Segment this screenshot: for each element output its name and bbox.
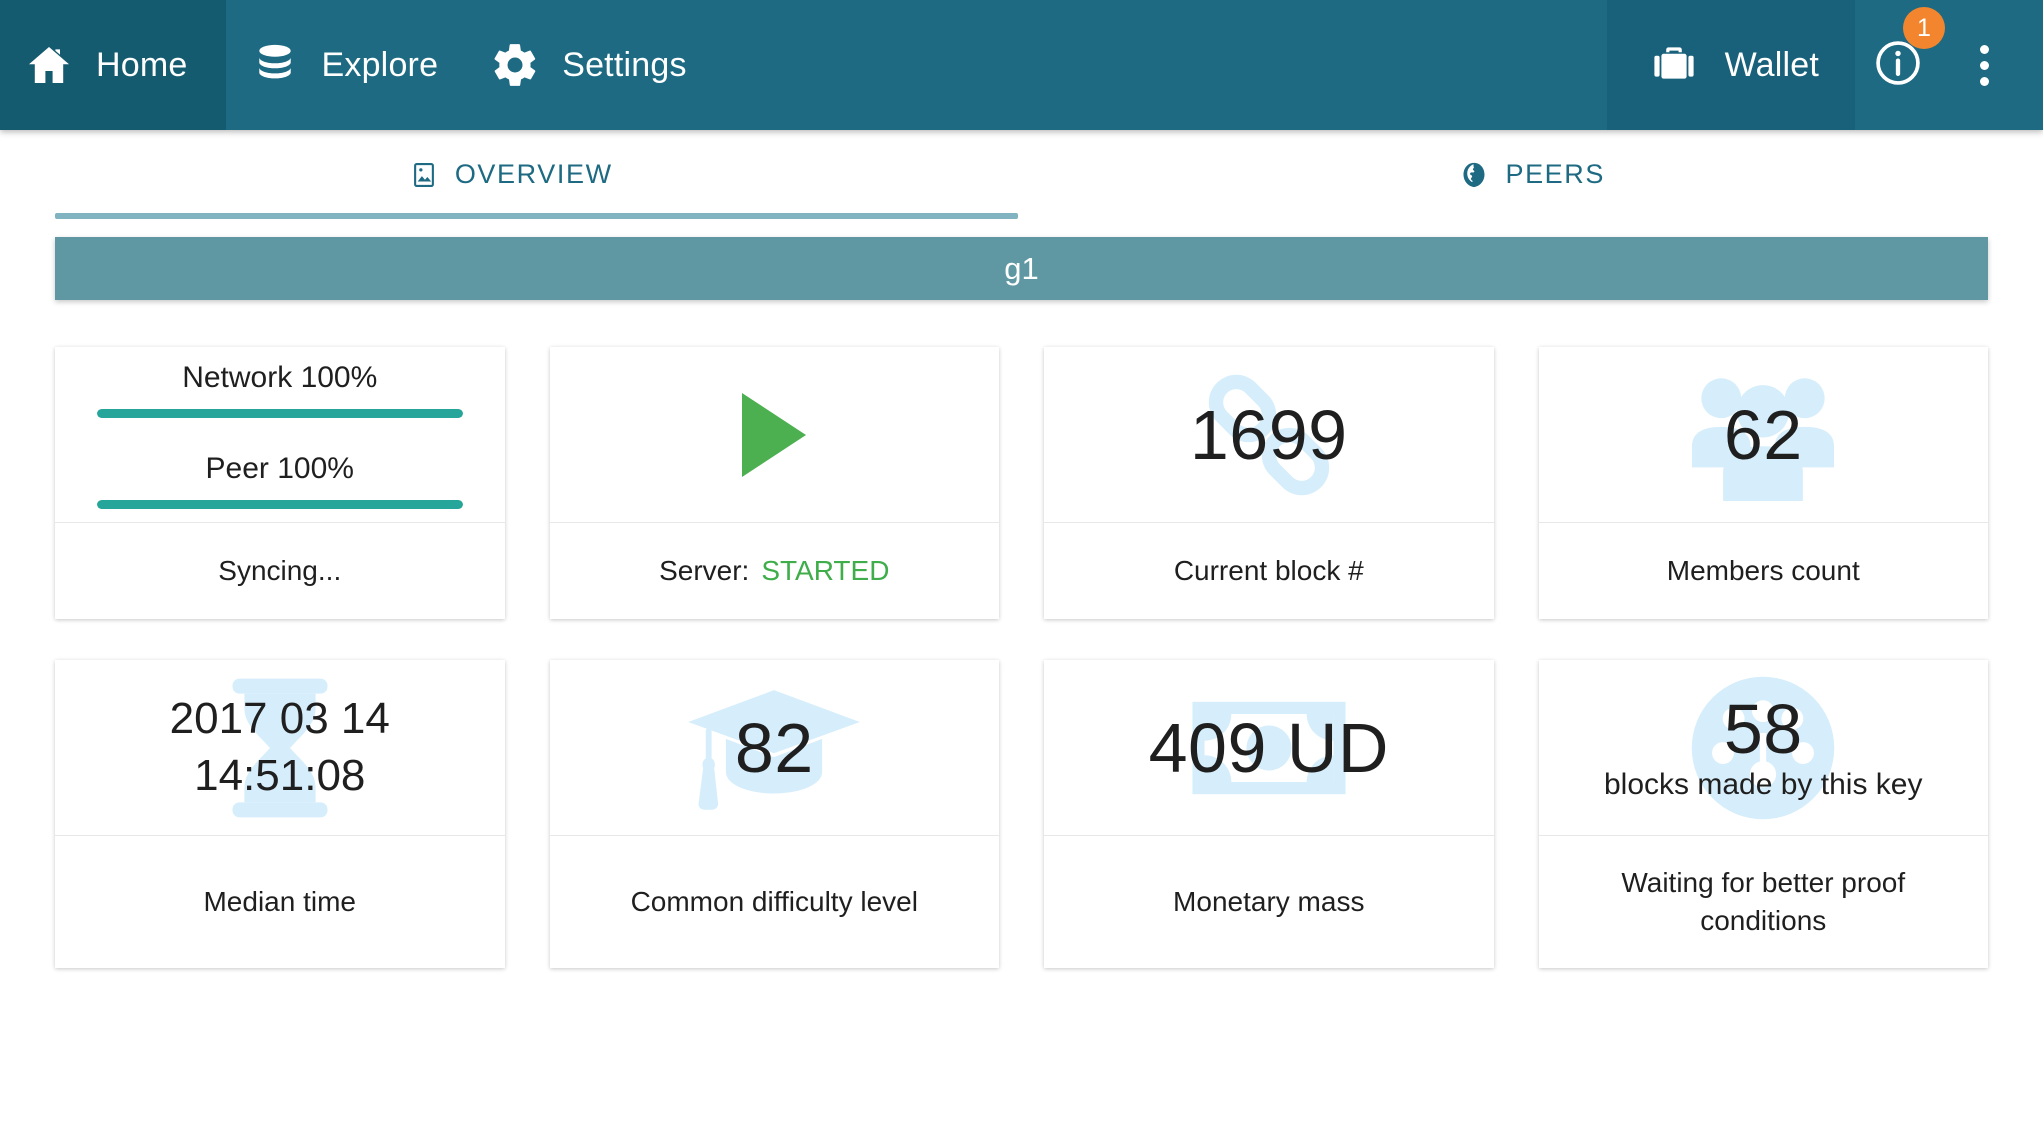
nav-label-wallet: Wallet — [1725, 46, 1819, 85]
stats-grid: Network 100% Peer 100% Syncing... Server… — [55, 347, 1988, 968]
main-content: g1 Network 100% Peer 100% Syncing... — [0, 237, 2043, 968]
nav-item-explore[interactable]: Explore — [226, 0, 467, 130]
blocks-made-value: 58 — [1724, 694, 1803, 764]
network-progress-bar — [97, 409, 463, 418]
gear-icon — [488, 38, 542, 92]
difficulty-card-body: 82 — [550, 660, 1000, 835]
difficulty-card-footer: Common difficulty level — [550, 835, 1000, 968]
nav-label-settings: Settings — [562, 46, 686, 85]
tab-label-peers: PEERS — [1505, 159, 1605, 190]
app-header: Home Explore Settings — [0, 0, 2043, 130]
nav-label-home: Home — [96, 46, 188, 85]
blocks-made-card-footer: Waiting for better proof conditions — [1539, 835, 1989, 968]
server-card[interactable]: Server: STARTED — [550, 347, 1000, 619]
nav-label-explore: Explore — [322, 46, 439, 85]
sync-progress-group: Network 100% Peer 100% — [69, 361, 491, 509]
members-count-card-body: 62 — [1539, 347, 1989, 522]
median-time-card[interactable]: 2017 03 14 14:51:08 Median time — [55, 660, 505, 968]
median-time-card-footer: Median time — [55, 835, 505, 968]
home-icon — [22, 38, 76, 92]
members-count-card[interactable]: 62 Members count — [1539, 347, 1989, 619]
monetary-mass-card-body: 409 UD — [1044, 660, 1494, 835]
overflow-menu-button[interactable] — [1941, 0, 2027, 130]
network-progress-label: Network 100% — [97, 361, 463, 395]
tab-active-indicator — [55, 213, 1018, 219]
blocks-made-card-body: 58 blocks made by this key — [1539, 660, 1989, 835]
current-block-card[interactable]: 1699 Current block # — [1044, 347, 1494, 619]
globe-icon — [1459, 160, 1489, 190]
image-icon — [409, 160, 439, 190]
kebab-dot-2 — [1980, 61, 1989, 70]
database-icon — [248, 38, 302, 92]
tab-peers[interactable]: PEERS — [1022, 130, 2043, 219]
blocks-made-subtitle: blocks made by this key — [1604, 768, 1922, 802]
primary-nav: Home Explore Settings — [0, 0, 715, 130]
members-count-card-footer: Members count — [1539, 522, 1989, 619]
info-button[interactable]: 1 — [1855, 0, 1941, 130]
nav-item-home[interactable]: Home — [0, 0, 226, 130]
peer-progress-fill — [97, 500, 463, 509]
server-card-footer: Server: STARTED — [550, 522, 1000, 619]
server-status: STARTED — [761, 552, 889, 590]
currency-banner[interactable]: g1 — [55, 237, 1988, 300]
median-time-card-body: 2017 03 14 14:51:08 — [55, 660, 505, 835]
server-label: Server: — [659, 552, 749, 590]
briefcase-icon — [1647, 38, 1701, 92]
tab-overview[interactable]: OVERVIEW — [0, 130, 1022, 219]
difficulty-card[interactable]: 82 Common difficulty level — [550, 660, 1000, 968]
difficulty-value: 82 — [735, 713, 814, 783]
members-count-value: 62 — [1724, 400, 1803, 470]
current-block-card-footer: Current block # — [1044, 522, 1494, 619]
sync-card-footer: Syncing... — [55, 522, 505, 619]
nav-item-settings[interactable]: Settings — [466, 0, 714, 130]
tab-bar: OVERVIEW PEERS — [0, 130, 2043, 219]
currency-name: g1 — [1004, 251, 1038, 287]
nav-item-wallet[interactable]: Wallet — [1607, 0, 1855, 130]
current-block-value: 1699 — [1190, 400, 1348, 470]
current-block-card-body: 1699 — [1044, 347, 1494, 522]
kebab-dot-3 — [1980, 77, 1989, 86]
monetary-mass-card-footer: Monetary mass — [1044, 835, 1494, 968]
play-icon[interactable] — [742, 393, 806, 477]
monetary-mass-card[interactable]: 409 UD Monetary mass — [1044, 660, 1494, 968]
kebab-menu-icon — [1980, 45, 1989, 54]
sync-card[interactable]: Network 100% Peer 100% Syncing... — [55, 347, 505, 619]
median-time-date: 2017 03 14 — [170, 691, 390, 747]
notification-badge: 1 — [1903, 7, 1945, 49]
server-card-body — [550, 347, 1000, 522]
monetary-mass-value: 409 UD — [1149, 713, 1389, 783]
network-progress-fill — [97, 409, 463, 418]
sync-card-body: Network 100% Peer 100% — [55, 347, 505, 522]
header-spacer — [715, 0, 1607, 130]
peer-progress-label: Peer 100% — [97, 452, 463, 486]
median-time-time: 14:51:08 — [194, 748, 365, 804]
tab-label-overview: OVERVIEW — [455, 159, 613, 190]
peer-progress-bar — [97, 500, 463, 509]
blocks-made-card[interactable]: 58 blocks made by this key Waiting for b… — [1539, 660, 1989, 968]
